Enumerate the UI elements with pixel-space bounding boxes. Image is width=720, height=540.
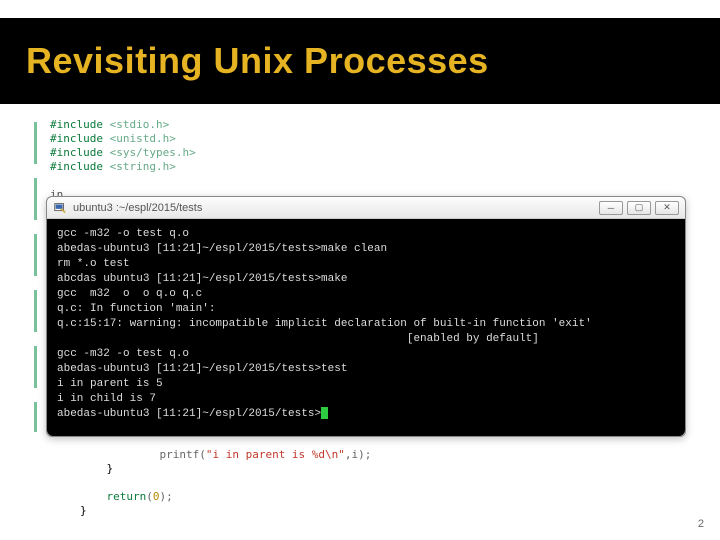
window-controls: ─ ▢ ✕ xyxy=(599,201,679,215)
terminal-line: q.c: In function 'main': xyxy=(57,303,215,315)
slide: Revisiting Unix Processes #include <stdi… xyxy=(0,0,720,540)
minimize-button[interactable]: ─ xyxy=(599,201,623,215)
window-title: ubuntu3 :~/espl/2015/tests xyxy=(73,202,202,214)
title-band: Revisiting Unix Processes xyxy=(0,18,720,104)
terminal-window: ubuntu3 :~/espl/2015/tests ─ ▢ ✕ gcc -m3… xyxy=(46,196,686,437)
bottom-code: printf("i in parent is %d\n",i); } retur… xyxy=(80,448,371,518)
left-accent xyxy=(34,122,37,432)
terminal-cursor xyxy=(321,407,328,419)
terminal-line: i in parent is 5 xyxy=(57,378,163,390)
terminal-line: gcc -m32 -o test q.o xyxy=(57,228,189,240)
terminal-line: rm *.o test xyxy=(57,258,130,270)
terminal-line: abedas-ubuntu3 [11:21]~/espl/2015/tests>… xyxy=(57,363,347,375)
putty-icon xyxy=(53,201,67,215)
maximize-button[interactable]: ▢ xyxy=(627,201,651,215)
window-titlebar: ubuntu3 :~/espl/2015/tests ─ ▢ ✕ xyxy=(47,197,685,219)
terminal-line: [enabled by default] xyxy=(57,333,539,345)
page-number: 2 xyxy=(698,518,704,530)
titlebar-left: ubuntu3 :~/espl/2015/tests xyxy=(53,201,202,215)
terminal-line: gcc m32 o o q.o q.c xyxy=(57,288,202,300)
terminal-line: abcdas ubuntu3 [11:21]~/espl/2015/tests>… xyxy=(57,273,347,285)
terminal-line: abedas-ubuntu3 [11:21]~/espl/2015/tests> xyxy=(57,408,321,420)
terminal-line: abedas-ubuntu3 [11:21]~/espl/2015/tests>… xyxy=(57,243,387,255)
terminal-body[interactable]: gcc -m32 -o test q.o abedas-ubuntu3 [11:… xyxy=(47,219,685,436)
terminal-line: i in child is 7 xyxy=(57,393,156,405)
close-button[interactable]: ✕ xyxy=(655,201,679,215)
terminal-line: gcc -m32 -o test q.o xyxy=(57,348,189,360)
slide-title: Revisiting Unix Processes xyxy=(26,40,489,82)
terminal-line: q.c:15:17: warning: incompatible implici… xyxy=(57,318,592,330)
